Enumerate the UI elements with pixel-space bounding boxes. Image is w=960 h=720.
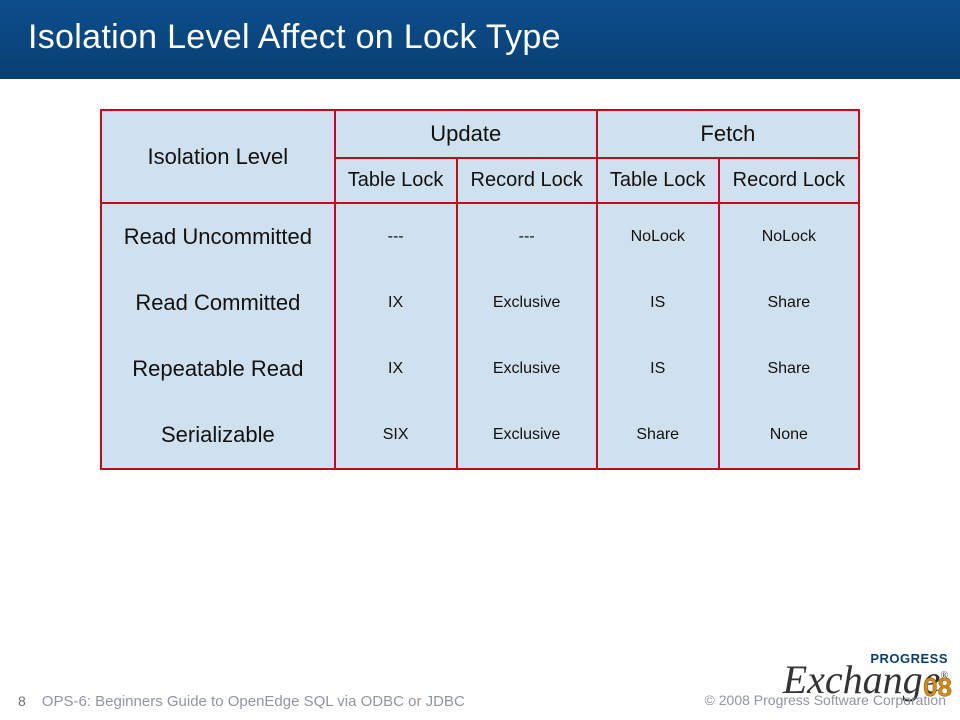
cell: ---: [457, 203, 597, 270]
footer-text: OPS-6: Beginners Guide to OpenEdge SQL v…: [42, 693, 465, 710]
table-row: Repeatable Read IX Exclusive IS Share: [101, 336, 859, 402]
content-area: Isolation Level Update Fetch Table Lock …: [0, 79, 960, 470]
table-row: Serializable SIX Exclusive Share None: [101, 402, 859, 469]
progress-exchange-logo: PROGRESS Exchange® 08: [783, 654, 948, 696]
isolation-lock-table: Isolation Level Update Fetch Table Lock …: [100, 109, 860, 470]
col-update-table-lock: Table Lock: [335, 158, 457, 203]
cell: IX: [335, 270, 457, 336]
row-label: Repeatable Read: [101, 336, 335, 402]
cell: SIX: [335, 402, 457, 469]
cell: IX: [335, 336, 457, 402]
cell: NoLock: [597, 203, 719, 270]
slide-title: Isolation Level Affect on Lock Type: [28, 18, 561, 56]
row-label: Read Committed: [101, 270, 335, 336]
cell: Share: [597, 402, 719, 469]
row-label: Read Uncommitted: [101, 203, 335, 270]
slide: Isolation Level Affect on Lock Type Isol…: [0, 0, 960, 720]
table-row: Read Committed IX Exclusive IS Share: [101, 270, 859, 336]
table-row: Read Uncommitted --- --- NoLock NoLock: [101, 203, 859, 270]
cell: Share: [719, 270, 859, 336]
col-update-record-lock: Record Lock: [457, 158, 597, 203]
colgroup-fetch: Fetch: [597, 110, 859, 158]
footer: 8 OPS-6: Beginners Guide to OpenEdge SQL…: [0, 693, 960, 714]
table-body: Read Uncommitted --- --- NoLock NoLock R…: [101, 203, 859, 469]
copyright: © 2008 Progress Software Corporation: [705, 692, 946, 708]
cell: Share: [719, 336, 859, 402]
cell: IS: [597, 336, 719, 402]
page-number: 8: [18, 693, 26, 709]
cell: NoLock: [719, 203, 859, 270]
cell: None: [719, 402, 859, 469]
cell: ---: [335, 203, 457, 270]
colgroup-update: Update: [335, 110, 597, 158]
title-bar: Isolation Level Affect on Lock Type: [0, 0, 960, 79]
cell: Exclusive: [457, 336, 597, 402]
cell: IS: [597, 270, 719, 336]
cell: Exclusive: [457, 270, 597, 336]
col-isolation-level: Isolation Level: [101, 110, 335, 203]
table-header-row-1: Isolation Level Update Fetch: [101, 110, 859, 158]
cell: Exclusive: [457, 402, 597, 469]
col-fetch-record-lock: Record Lock: [719, 158, 859, 203]
col-fetch-table-lock: Table Lock: [597, 158, 719, 203]
table-head: Isolation Level Update Fetch Table Lock …: [101, 110, 859, 203]
row-label: Serializable: [101, 402, 335, 469]
